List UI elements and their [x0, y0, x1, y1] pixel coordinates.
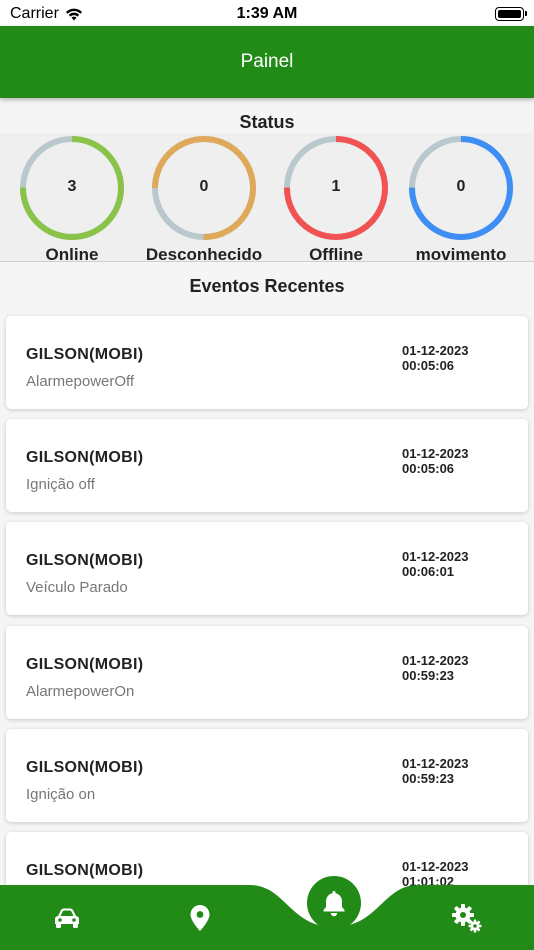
- bell-icon: [323, 891, 345, 917]
- gauge-label: Desconhecido: [145, 245, 263, 264]
- event-vehicle: GILSON(MOBI): [26, 449, 144, 466]
- event-time: 00:05:06: [402, 358, 455, 373]
- page-title: Painel: [240, 51, 294, 72]
- event-date: 01-12-2023: [402, 859, 469, 874]
- app-bar: Painel: [0, 26, 534, 98]
- event-datetime: 01-12-2023 00:59:23: [402, 756, 469, 786]
- car-icon[interactable]: [50, 903, 84, 933]
- event-card[interactable]: GILSON(MOBI) AlarmepowerOff 01-12-2023 0…: [6, 316, 528, 409]
- event-card[interactable]: GILSON(MOBI) Ignição on 01-12-2023 00:59…: [6, 729, 528, 822]
- event-card[interactable]: GILSON(MOBI) Ignição off 01-12-2023 00:0…: [6, 419, 528, 512]
- event-card[interactable]: GILSON(MOBI) Veículo Parado 01-12-2023 0…: [6, 522, 528, 615]
- event-date: 01-12-2023: [402, 756, 469, 771]
- event-description: Ignição on: [26, 786, 96, 803]
- clock: 1:39 AM: [236, 5, 298, 22]
- status-panel: 3 Online 0 Desconhecido 1 Offline 0 movi…: [0, 133, 534, 265]
- gauge-online[interactable]: 3 Online: [7, 133, 137, 265]
- gauge-value: 3: [67, 178, 77, 195]
- location-pin-icon[interactable]: [186, 902, 214, 934]
- gauge-label: Offline: [309, 245, 363, 264]
- gauge-unknown[interactable]: 0 Desconhecido: [139, 133, 269, 265]
- event-time: 00:59:23: [402, 668, 455, 683]
- status-title: Status: [239, 112, 295, 132]
- gauge-value: 0: [456, 178, 466, 195]
- events-title: Eventos Recentes: [189, 276, 345, 296]
- event-card[interactable]: GILSON(MOBI) AlarmepowerOn 01-12-2023 00…: [6, 626, 528, 719]
- notifications-button[interactable]: [307, 876, 361, 930]
- gauge-movement[interactable]: 0 movimento: [396, 133, 526, 265]
- event-datetime: 01-12-2023 00:59:23: [402, 653, 469, 683]
- event-date: 01-12-2023: [402, 343, 469, 358]
- settings-gears-icon[interactable]: [448, 902, 486, 934]
- event-description: AlarmepowerOn: [26, 683, 135, 700]
- event-vehicle: GILSON(MOBI): [26, 862, 144, 879]
- event-datetime: 01-12-2023 00:06:01: [402, 549, 469, 579]
- event-description: AlarmepowerOff: [26, 373, 135, 390]
- gauge-label: movimento: [415, 245, 507, 264]
- event-time: 00:06:01: [402, 564, 455, 579]
- gauge-offline[interactable]: 1 Offline: [271, 133, 401, 265]
- gauge-value: 0: [199, 178, 209, 195]
- event-datetime: 01-12-2023 00:05:06: [402, 343, 469, 373]
- event-date: 01-12-2023: [402, 653, 469, 668]
- battery-icon: [495, 7, 527, 21]
- bottom-nav: [0, 885, 534, 950]
- gauge-value: 1: [331, 178, 341, 195]
- event-time: 00:05:06: [402, 461, 455, 476]
- event-time: 00:59:23: [402, 771, 455, 786]
- status-bar: Carrier 1:39 AM: [0, 0, 534, 26]
- event-vehicle: GILSON(MOBI): [26, 552, 144, 569]
- event-vehicle: GILSON(MOBI): [26, 656, 144, 673]
- event-vehicle: GILSON(MOBI): [26, 759, 144, 776]
- event-date: 01-12-2023: [402, 549, 469, 564]
- event-description: Ignição off: [26, 476, 95, 493]
- gauge-label: Online: [45, 245, 99, 264]
- event-description: Veículo Parado: [26, 579, 128, 596]
- event-vehicle: GILSON(MOBI): [26, 346, 144, 363]
- event-date: 01-12-2023: [402, 446, 469, 461]
- event-datetime: 01-12-2023 00:05:06: [402, 446, 469, 476]
